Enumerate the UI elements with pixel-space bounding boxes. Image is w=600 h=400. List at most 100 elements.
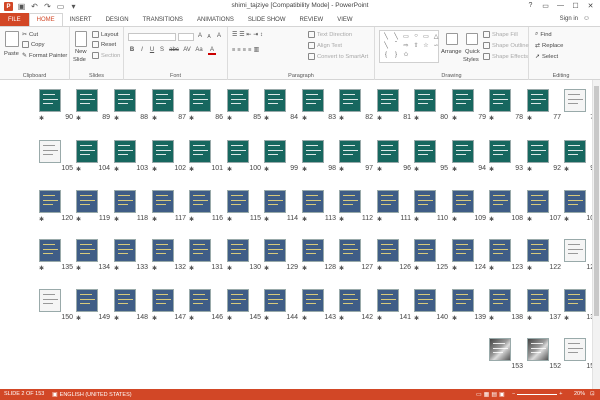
zoom-out-icon[interactable]: − <box>512 391 515 397</box>
slide-preview[interactable] <box>339 239 361 262</box>
slide-preview[interactable] <box>152 239 174 262</box>
new-slide-icon[interactable] <box>75 31 87 47</box>
slide-thumbnail[interactable]: ✱ 147 <box>152 289 189 333</box>
slide-thumbnail[interactable]: ✱ 116 <box>189 190 226 234</box>
slide-thumbnail[interactable]: ✱ 96 <box>377 140 414 184</box>
slide-preview[interactable] <box>527 89 549 112</box>
shape-rect-icon[interactable]: ▭ <box>402 33 410 40</box>
font-color-button[interactable]: A <box>208 47 216 55</box>
slide-thumbnail[interactable]: ✱ 124 <box>452 239 489 283</box>
slide-preview[interactable] <box>76 239 98 262</box>
shape-rect-icon[interactable]: ▭ <box>422 33 430 40</box>
new-slide-button[interactable]: New <box>75 49 87 55</box>
slide-preview[interactable] <box>76 89 98 112</box>
tab-design[interactable]: DESIGN <box>99 13 136 26</box>
slide-thumbnail[interactable]: ✱ 110 <box>414 190 451 234</box>
slide-preview[interactable] <box>452 289 474 312</box>
slide-sorter[interactable]: ✱ 90 ✱ 89 ✱ 88 ✱ 87 ✱ 86 ✱ 85 ✱ 84 ✱ 83 ✱ 82 ✱ 81 ✱ 80 ✱ 79 ✱ 78 ✱… <box>0 80 600 389</box>
slide-thumbnail[interactable]: ✱ 135 <box>39 239 76 283</box>
slide-preview[interactable] <box>152 190 174 213</box>
slide-thumbnail[interactable]: ✱ 79 <box>452 89 489 133</box>
slide-thumbnail[interactable]: ✱ 101 <box>189 140 226 184</box>
shape-star-icon[interactable]: ✩ <box>402 52 410 58</box>
shape-arrow-icon[interactable]: ⇧ <box>412 42 420 49</box>
reset-button[interactable]: Reset <box>92 41 116 48</box>
slide-thumbnail[interactable]: ✱ 97 <box>339 140 376 184</box>
slide-thumbnail[interactable]: 153 <box>489 338 526 382</box>
slide-thumbnail[interactable]: ✱ 104 <box>76 140 113 184</box>
slide-thumbnail[interactable]: 152 <box>527 338 564 382</box>
slide-thumbnail[interactable]: ✱ 88 <box>114 89 151 133</box>
slide-thumbnail[interactable]: ✱ 111 <box>377 190 414 234</box>
cut-button[interactable]: ✂ Cut <box>22 31 38 39</box>
slide-preview[interactable] <box>76 140 98 163</box>
slide-preview[interactable] <box>264 239 286 262</box>
slide-preview[interactable] <box>527 190 549 213</box>
slide-thumbnail[interactable]: ✱ 87 <box>152 89 189 133</box>
slide-preview[interactable] <box>227 140 249 163</box>
slide-thumbnail[interactable]: ✱ 119 <box>76 190 113 234</box>
shape-connector-icon[interactable]: ˇ <box>392 42 400 48</box>
slide-preview[interactable] <box>564 190 586 213</box>
slide-preview[interactable] <box>152 289 174 312</box>
slide-thumbnail[interactable]: ✱ 80 <box>414 89 451 133</box>
tab-file[interactable]: FILE <box>0 13 29 26</box>
select-button[interactable]: ➚ Select <box>535 53 558 61</box>
slide-preview[interactable] <box>377 289 399 312</box>
clear-formatting-button[interactable]: A <box>215 33 223 39</box>
language-indicator[interactable]: ▣ ENGLISH (UNITED STATES) <box>52 391 132 399</box>
slide-preview[interactable] <box>76 190 98 213</box>
tab-transitions[interactable]: TRANSITIONS <box>136 13 190 26</box>
slide-thumbnail[interactable]: ✱ 130 <box>227 239 264 283</box>
slide-thumbnail[interactable]: ✱ 133 <box>114 239 151 283</box>
quick-styles-dropdown[interactable]: Styles <box>463 57 479 63</box>
slide-thumbnail[interactable]: ✱ 143 <box>302 289 339 333</box>
slide-preview[interactable] <box>339 140 361 163</box>
zoom-level[interactable]: 20% <box>574 391 585 397</box>
tab-view[interactable]: VIEW <box>330 13 359 26</box>
shape-star-icon[interactable]: ☆ <box>422 42 430 49</box>
slide-preview[interactable] <box>114 239 136 262</box>
slide-preview[interactable] <box>339 190 361 213</box>
help-icon[interactable]: ? <box>523 0 538 11</box>
slide-thumbnail[interactable]: ✱ 92 <box>527 140 564 184</box>
slide-preview[interactable] <box>114 89 136 112</box>
slide-thumbnail[interactable]: ✱ 100 <box>227 140 264 184</box>
slide-thumbnail[interactable]: ✱ 122 <box>527 239 564 283</box>
slide-preview[interactable] <box>414 190 436 213</box>
sign-in-link[interactable]: Sign in <box>560 16 578 22</box>
slide-preview[interactable] <box>564 289 586 312</box>
slide-preview[interactable] <box>227 190 249 213</box>
slide-thumbnail[interactable]: ✱ 98 <box>302 140 339 184</box>
zoom-slider[interactable]: − + <box>512 391 562 397</box>
slide-preview[interactable] <box>564 239 586 262</box>
tab-insert[interactable]: INSERT <box>63 13 99 26</box>
slide-thumbnail[interactable]: ✱ 93 <box>489 140 526 184</box>
bold-button[interactable]: B <box>128 47 136 53</box>
slideshow-view-icon[interactable]: ▣ <box>499 391 505 398</box>
slide-preview[interactable] <box>39 89 61 112</box>
slide-preview[interactable] <box>189 289 211 312</box>
text-shadow-button[interactable]: S <box>158 47 166 53</box>
slide-thumbnail[interactable]: ✱ 129 <box>264 239 301 283</box>
slide-preview[interactable] <box>302 140 324 163</box>
slide-preview[interactable] <box>264 140 286 163</box>
slide-thumbnail[interactable]: ✱ 140 <box>414 289 451 333</box>
ribbon-display-options-icon[interactable]: ▭ <box>538 0 553 11</box>
slide-thumbnail[interactable]: ✱ 113 <box>302 190 339 234</box>
slide-preview[interactable] <box>302 239 324 262</box>
shape-line-icon[interactable]: ╲ <box>382 33 390 40</box>
shape-effects-button[interactable]: Shape Effects <box>483 53 528 60</box>
slide-preview[interactable] <box>339 89 361 112</box>
strikethrough-button[interactable]: abc <box>168 47 180 53</box>
slide-thumbnail[interactable]: ✱ 148 <box>114 289 151 333</box>
slide-thumbnail[interactable]: ✱ 112 <box>339 190 376 234</box>
slide-thumbnail[interactable]: ✱ 109 <box>452 190 489 234</box>
slide-thumbnail[interactable]: ✱ 84 <box>264 89 301 133</box>
slide-thumbnail[interactable]: 105 <box>39 140 76 184</box>
replace-button[interactable]: ⇄ Replace <box>535 42 563 50</box>
slide-preview[interactable] <box>452 190 474 213</box>
slide-thumbnail[interactable]: ✱ 85 <box>227 89 264 133</box>
quick-styles-icon[interactable] <box>466 33 478 45</box>
slide-preview[interactable] <box>302 89 324 112</box>
